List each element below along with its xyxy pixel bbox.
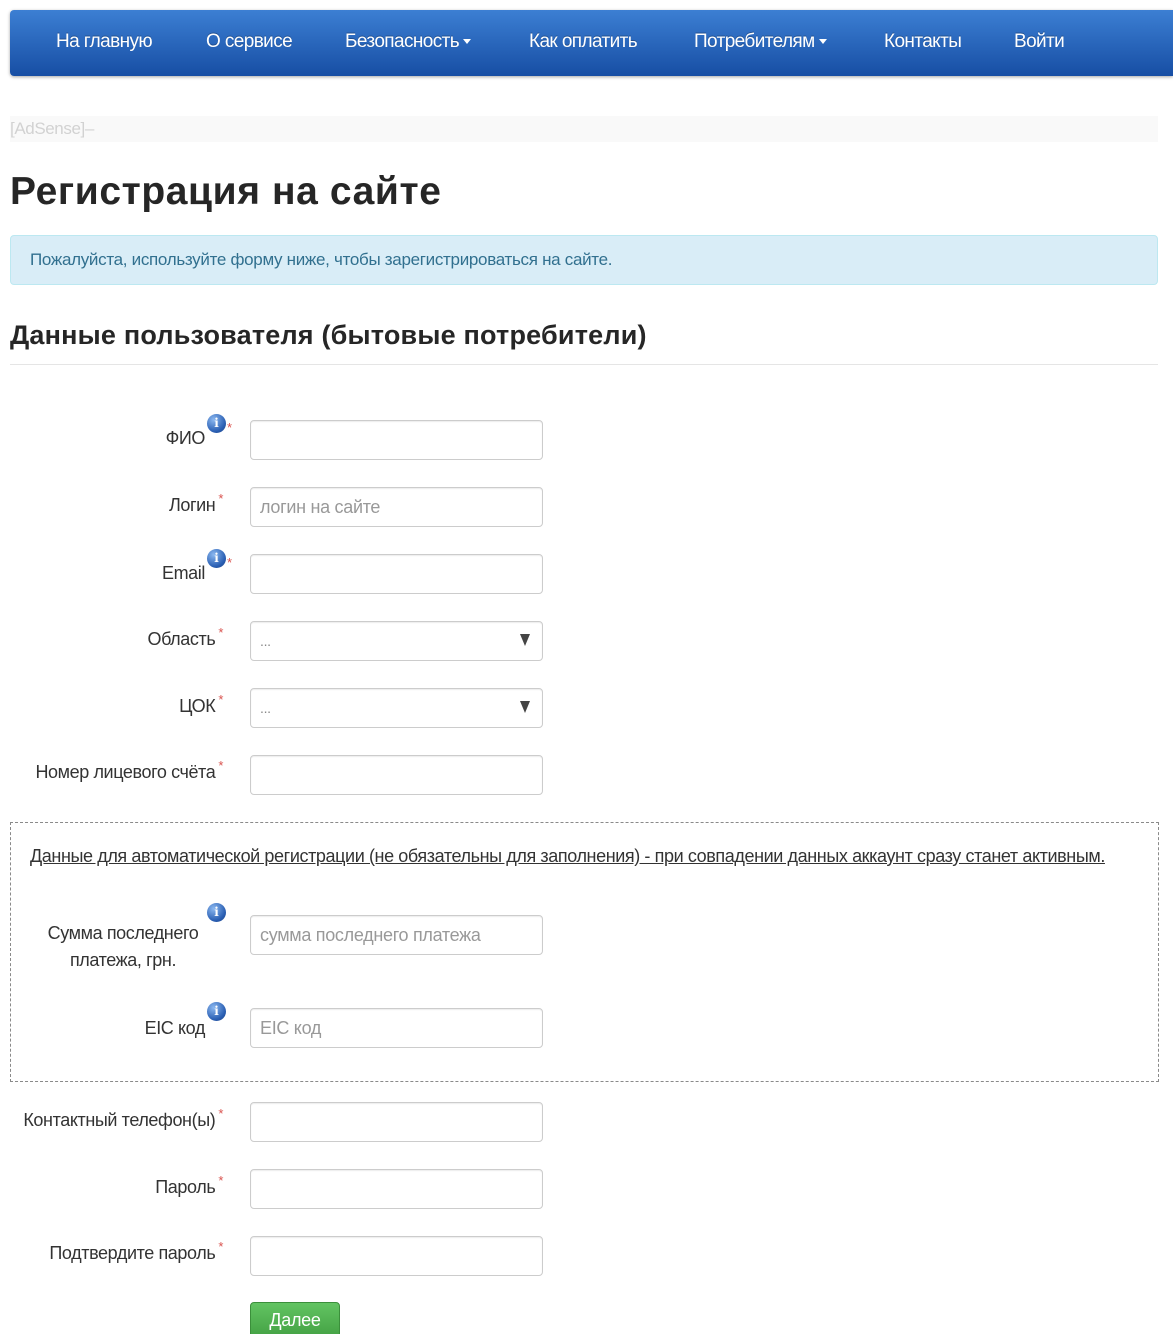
last-payment-label: Сумма последнего платежа, грн. [47, 923, 199, 970]
nav-security-dropdown[interactable]: Безопасность [345, 10, 471, 76]
fio-label: ФИО [165, 428, 206, 448]
nav-home-link[interactable]: На главную [56, 10, 153, 76]
email-label: Email [161, 563, 205, 583]
confirm-password-input[interactable] [250, 1236, 543, 1276]
region-label-text: Область [147, 629, 216, 649]
info-icon[interactable]: i [207, 549, 226, 568]
nav-payment-link[interactable]: Как оплатить [529, 10, 638, 76]
info-icon[interactable]: i [207, 1002, 226, 1021]
next-button[interactable]: Далее [250, 1302, 340, 1334]
confirm-password-label: Подтвердите пароль * [0, 1239, 223, 1264]
account-label: Номер лицевого счёта * [0, 758, 223, 783]
login-label: Логин * [0, 491, 223, 516]
required-mark: * [227, 420, 233, 435]
top-navbar: На главную О сервисе Безопасность Как оп… [10, 10, 1173, 76]
tsok-label: ЦОК * [0, 692, 223, 717]
login-input[interactable] [250, 487, 543, 527]
password-input[interactable] [250, 1169, 543, 1209]
nav-contacts-link[interactable]: Контакты [884, 10, 962, 76]
login-label-text: Логин [168, 495, 216, 515]
phone-label-text: Контактный телефон(ы) [23, 1110, 216, 1130]
account-number-input[interactable] [250, 755, 543, 795]
region-label: Область * [0, 625, 223, 650]
required-mark: * [218, 625, 223, 640]
required-mark: * [218, 692, 223, 707]
eic-input[interactable] [250, 1008, 543, 1048]
tsok-selected-value: ... [260, 700, 271, 716]
required-mark: * [218, 1173, 223, 1188]
caret-down-icon [463, 39, 471, 45]
info-icon[interactable]: i [207, 414, 226, 433]
nav-security-label: Безопасность [345, 31, 460, 52]
page: На главную О сервисе Безопасность Как оп… [0, 0, 1173, 1334]
account-label-text: Номер лицевого счёта [35, 762, 216, 782]
tsok-label-text: ЦОК [179, 696, 216, 716]
region-selected-value: ... [260, 633, 271, 649]
required-mark: * [218, 1239, 223, 1254]
eic-label: EIC код [144, 1018, 206, 1038]
required-mark: * [218, 758, 223, 773]
password-label: Пароль * [0, 1173, 223, 1198]
nav-login-link[interactable]: Войти [1014, 10, 1065, 76]
nav-consumers-label: Потребителям [694, 31, 815, 52]
nav-consumers-dropdown[interactable]: Потребителям [694, 10, 827, 76]
fio-input[interactable] [250, 420, 543, 460]
required-mark: * [218, 491, 223, 506]
info-alert: Пожалуйста, используйте форму ниже, чтоб… [10, 235, 1158, 285]
caret-down-icon [818, 39, 827, 45]
auto-registration-note: Данные для автоматической регистрации (н… [30, 846, 1105, 866]
phone-label: Контактный телефон(ы) * [0, 1106, 223, 1131]
section-title: Данные пользователя (бытовые потребители… [10, 320, 647, 350]
password-label-text: Пароль [155, 1177, 216, 1197]
dropdown-arrow-icon [520, 701, 530, 713]
region-select[interactable]: ... [250, 621, 543, 661]
dropdown-arrow-icon [520, 634, 530, 646]
last-payment-input[interactable] [250, 915, 543, 955]
section-divider [10, 364, 1158, 365]
email-input[interactable] [250, 554, 543, 594]
required-mark: * [218, 1106, 223, 1121]
required-mark: * [227, 555, 233, 570]
nav-about-link[interactable]: О сервисе [206, 10, 293, 76]
page-title: Регистрация на сайте [10, 170, 442, 213]
adsense-placeholder: [AdSense]– [10, 116, 1158, 142]
tsok-select[interactable]: ... [250, 688, 543, 728]
phone-input[interactable] [250, 1102, 543, 1142]
confirm-password-label-text: Подтвердите пароль [49, 1243, 216, 1263]
